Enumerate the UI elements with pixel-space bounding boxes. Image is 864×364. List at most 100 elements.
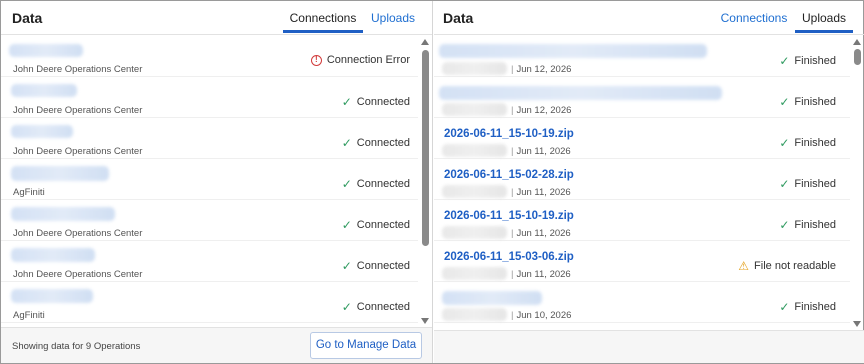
status-label: Connected — [356, 219, 410, 231]
upload-file-link[interactable]: 2026-06-11_15-03-06.zip — [444, 251, 574, 263]
status-label: File not readable — [754, 260, 836, 272]
upload-status: ✓ Finished — [779, 136, 836, 150]
connection-row[interactable]: John Deere Operations Center ✓ Connected — [1, 241, 418, 282]
tab-uploads[interactable]: Uploads — [795, 1, 853, 33]
scroll-down-icon[interactable] — [421, 318, 429, 324]
upload-row[interactable]: 2026-06-11_15-02-28.zip | Jun 11, 2026 ✓ … — [434, 159, 850, 200]
upload-row[interactable]: 2026-06-11_15-03-06.zip | Jun 11, 2026 ⚠ … — [434, 241, 850, 282]
status-label: Finished — [794, 55, 836, 67]
upload-date: | Jun 12, 2026 — [511, 64, 572, 75]
status-label: Connection Error — [326, 54, 410, 66]
upload-date: | Jun 11, 2026 — [511, 146, 571, 157]
status-label: Connected — [356, 96, 410, 108]
status-label: Finished — [794, 96, 836, 108]
uploads-panel: Data Connections Uploads | Jun 12, 2026 ✓… — [434, 1, 864, 363]
upload-row[interactable]: 2026-06-11_15-10-19.zip | Jun 11, 2026 ✓ … — [434, 118, 850, 159]
connection-row[interactable]: AgFiniti ✓ Connected — [1, 282, 418, 323]
uploads-list: | Jun 12, 2026 ✓ Finished | Jun 12, 2026 ✓… — [434, 36, 850, 330]
connection-row[interactable]: John Deere Operations Center ✓ Connected — [1, 118, 418, 159]
upload-status: ⚠ File not readable — [738, 259, 836, 273]
upload-file-link[interactable]: 2026-06-11_15-10-19.zip — [444, 210, 574, 222]
connections-scrollbar[interactable] — [419, 36, 431, 327]
status-label: Finished — [794, 178, 836, 190]
connection-status: ✓ Connected — [342, 218, 410, 232]
connection-name-redacted — [11, 248, 95, 262]
upload-row[interactable]: | Jun 12, 2026 ✓ Finished — [434, 77, 850, 118]
operations-count-text: Showing data for 9 Operations — [12, 341, 141, 352]
upload-status: ✓ Finished — [779, 300, 836, 314]
scroll-thumb[interactable] — [854, 49, 861, 65]
connection-source: John Deere Operations Center — [13, 228, 143, 239]
tab-uploads[interactable]: Uploads — [365, 1, 421, 33]
uploader-redacted — [442, 308, 507, 321]
connection-name-redacted — [9, 44, 83, 57]
status-label: Connected — [356, 260, 410, 272]
check-icon: ✓ — [779, 136, 790, 150]
check-icon: ✓ — [779, 177, 790, 191]
file-name-redacted — [442, 291, 542, 305]
uploader-redacted — [442, 226, 507, 239]
uploader-redacted — [442, 185, 507, 198]
check-icon: ✓ — [779, 95, 790, 109]
tab-connections[interactable]: Connections — [714, 1, 794, 33]
panel-title: Data — [12, 10, 43, 26]
connection-source: John Deere Operations Center — [13, 64, 143, 75]
panel-header: Data Connections Uploads — [434, 1, 864, 35]
connections-footer: Showing data for 9 Operations Go to Mana… — [1, 327, 432, 363]
upload-row[interactable]: | Jun 10, 2026 ✓ Finished — [434, 282, 850, 323]
check-icon: ✓ — [341, 95, 352, 109]
connection-row[interactable]: John Deere Operations Center ✓ Connected — [1, 200, 418, 241]
connection-source: John Deere Operations Center — [13, 146, 143, 157]
connection-row[interactable]: John Deere Operations Center ! Connectio… — [1, 36, 418, 77]
status-label: Finished — [794, 137, 836, 149]
scroll-up-icon[interactable] — [853, 39, 861, 45]
check-icon: ✓ — [779, 218, 790, 232]
connections-list: John Deere Operations Center ! Connectio… — [1, 36, 418, 327]
scroll-thumb[interactable] — [422, 50, 429, 246]
error-circle-icon: ! — [310, 54, 322, 66]
status-label: Connected — [356, 301, 410, 313]
scroll-down-icon[interactable] — [853, 321, 861, 327]
connection-status: ✓ Connected — [342, 259, 410, 273]
tab-connections[interactable]: Connections — [283, 1, 363, 33]
check-icon: ✓ — [341, 300, 352, 314]
connection-name-redacted — [11, 125, 73, 138]
check-icon: ✓ — [341, 177, 352, 191]
file-name-redacted — [439, 86, 722, 100]
upload-status: ✓ Finished — [779, 95, 836, 109]
upload-file-link[interactable]: 2026-06-11_15-10-19.zip — [444, 128, 574, 140]
panel-title: Data — [443, 10, 474, 26]
connection-source: AgFiniti — [13, 187, 45, 198]
connection-status: ✓ Connected — [342, 177, 410, 191]
check-icon: ✓ — [341, 259, 352, 273]
upload-status: ✓ Finished — [779, 218, 836, 232]
connection-source: John Deere Operations Center — [13, 105, 143, 116]
upload-date: | Jun 10, 2026 — [511, 310, 572, 321]
connection-status: ✓ Connected — [342, 136, 410, 150]
connection-source: AgFiniti — [13, 310, 45, 321]
uploader-redacted — [442, 267, 507, 280]
panel-header: Data Connections Uploads — [1, 1, 432, 35]
upload-row[interactable]: 2026-06-11_15-10-19.zip | Jun 11, 2026 ✓ … — [434, 200, 850, 241]
connection-name-redacted — [11, 84, 77, 97]
scroll-up-icon[interactable] — [421, 39, 429, 45]
upload-file-link[interactable]: 2026-06-11_15-02-28.zip — [444, 169, 574, 181]
connection-row[interactable]: John Deere Operations Center ✓ Connected — [1, 77, 418, 118]
upload-date: | Jun 12, 2026 — [511, 105, 572, 116]
status-label: Connected — [356, 178, 410, 190]
uploader-redacted — [442, 144, 507, 157]
status-label: Finished — [794, 219, 836, 231]
check-icon: ✓ — [779, 300, 790, 314]
connection-row[interactable]: AgFiniti ✓ Connected — [1, 159, 418, 200]
connection-name-redacted — [11, 289, 93, 303]
uploader-redacted — [442, 62, 507, 75]
uploads-scrollbar[interactable] — [851, 36, 863, 330]
upload-date: | Jun 11, 2026 — [511, 187, 571, 198]
connection-status: ✓ Connected — [342, 95, 410, 109]
upload-date: | Jun 11, 2026 — [511, 269, 571, 280]
uploader-redacted — [442, 103, 507, 116]
check-icon: ✓ — [341, 218, 352, 232]
upload-row[interactable]: | Jun 12, 2026 ✓ Finished — [434, 36, 850, 77]
go-to-manage-data-button[interactable]: Go to Manage Data — [310, 332, 422, 359]
upload-status: ✓ Finished — [779, 54, 836, 68]
